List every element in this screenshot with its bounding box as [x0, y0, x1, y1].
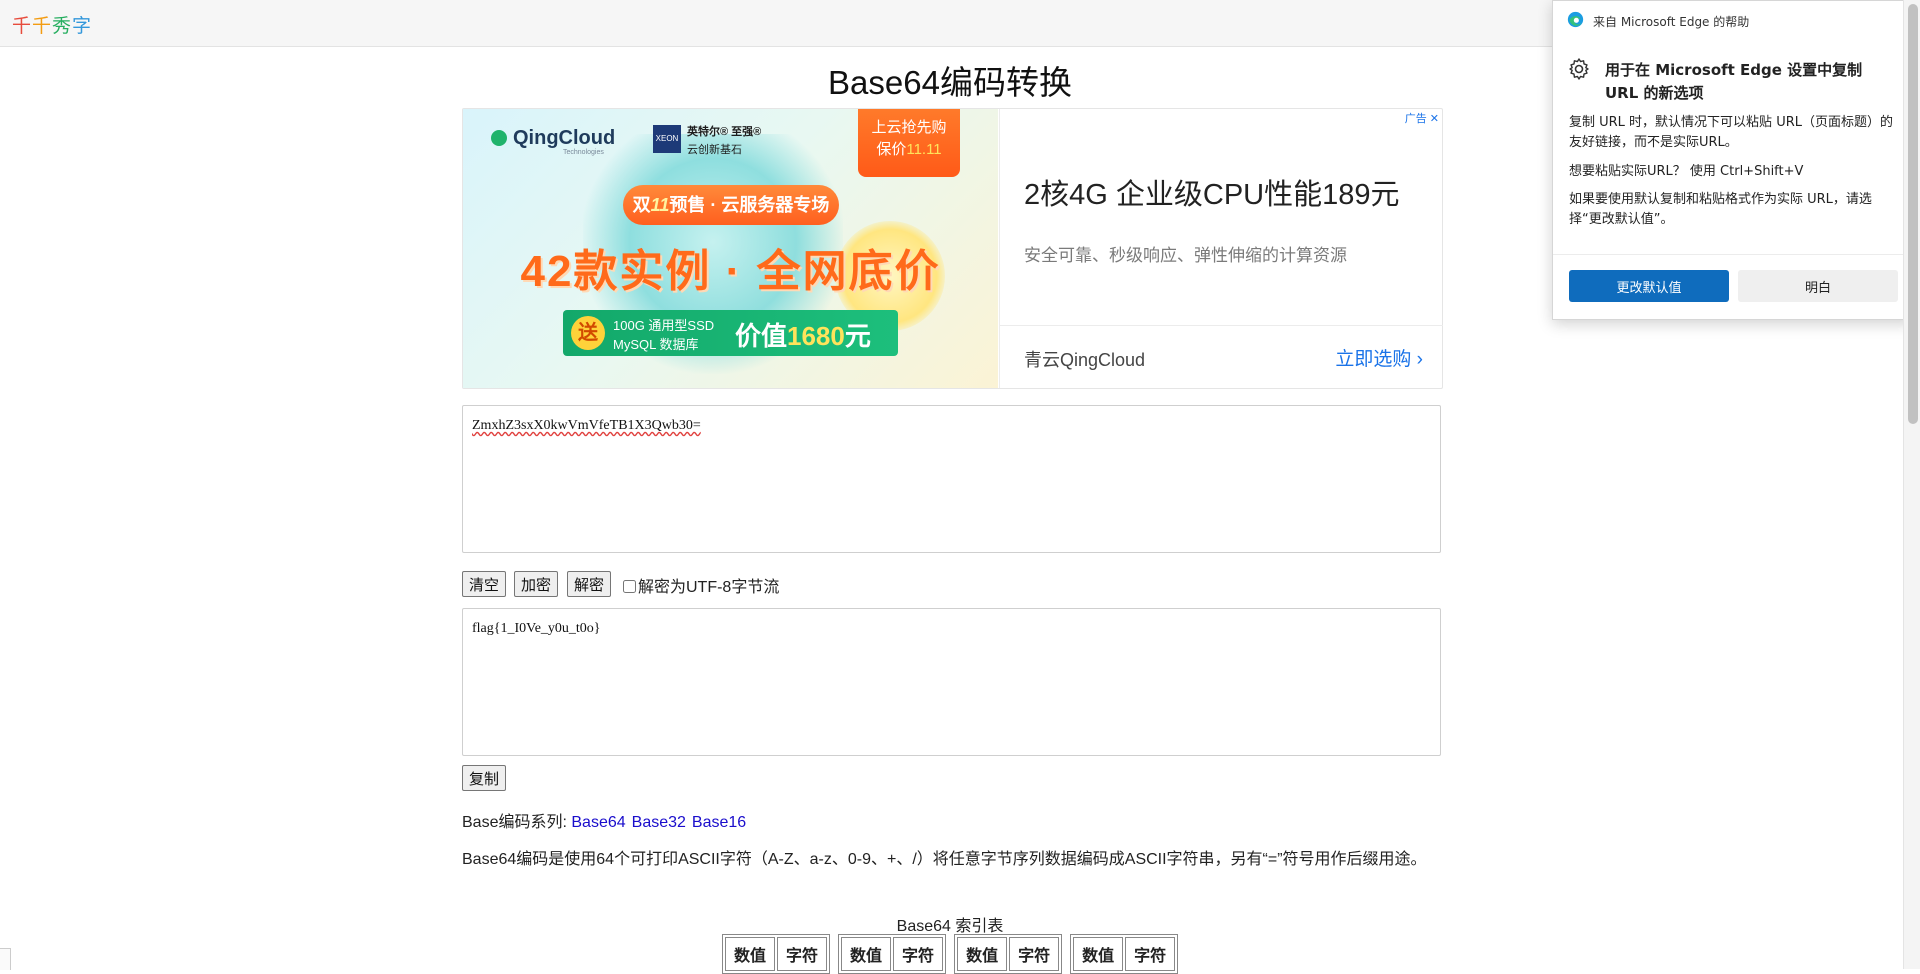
- ad-text-panel[interactable]: 广告 ✕ 2核4G 企业级CPU性能189元 安全可靠、秒级响应、弹性伸缩的计算…: [999, 109, 1443, 388]
- copy-button[interactable]: 复制: [462, 765, 507, 791]
- chevron-right-icon: ›: [1416, 349, 1423, 370]
- link-base16[interactable]: Base16: [692, 814, 746, 831]
- gift-value-prefix: 价值: [735, 321, 788, 351]
- promo-tag-date: 11.11: [906, 141, 942, 158]
- qingcloud-logo: QingCloud: [491, 127, 615, 150]
- logo-char-1: 千: [12, 16, 33, 37]
- index-col-char: 字符: [1009, 937, 1060, 971]
- utf8-option[interactable]: 解密为UTF-8字节流: [623, 573, 779, 597]
- ad-image[interactable]: QingCloud Technologies XEON 英特尔® 至强® 云创新…: [463, 109, 998, 388]
- site-logo[interactable]: 千千秀字: [12, 11, 92, 38]
- index-col-value: 数值: [1073, 937, 1124, 971]
- popup-divider: [1553, 254, 1913, 255]
- utf8-checkbox[interactable]: [623, 580, 636, 593]
- ad-brand[interactable]: 青云QingCloud: [1024, 346, 1145, 372]
- output-textarea[interactable]: flag{1_I0Ve_y0u_t0o}: [462, 608, 1441, 756]
- edge-help-popup: 来自 Microsoft Edge 的帮助 用于在 Microsoft Edge…: [1552, 0, 1914, 320]
- gift-line-2: MySQL 数据库: [613, 337, 699, 352]
- index-col-value: 数值: [841, 937, 892, 971]
- intel-xeon-icon: XEON: [653, 125, 681, 153]
- gift-value-number: 1680: [787, 321, 845, 351]
- ad-headline: 42款实例 · 全网底价: [520, 247, 941, 296]
- popup-paragraph-2: 想要粘贴实际URL？ 使用 Ctrl+Shift+V: [1569, 164, 1804, 179]
- index-table-4: 数值 字符: [1070, 934, 1179, 974]
- ad-cta-link[interactable]: 立即选购 ›: [1335, 344, 1423, 371]
- ad-description: 安全可靠、秒级响应、弹性伸缩的计算资源: [1024, 246, 1347, 265]
- promo-tag-prefix: 保价: [876, 141, 907, 158]
- gift-value-suffix: 元: [844, 321, 871, 351]
- scrollbar-thumb[interactable]: [1908, 4, 1918, 424]
- index-col-value: 数值: [725, 937, 776, 971]
- intel-line-1: 英特尔® 至强®: [687, 126, 762, 138]
- index-table-3: 数值 字符: [954, 934, 1063, 974]
- index-col-value: 数值: [957, 937, 1008, 971]
- gear-icon: [1569, 58, 1589, 80]
- promo-tag: 上云抢先购 保价11.11: [858, 109, 960, 177]
- clear-button[interactable]: 清空: [462, 571, 507, 597]
- gift-band: 送 100G 通用型SSD MySQL 数据库 价值1680元: [563, 310, 898, 356]
- input-textarea[interactable]: ZmxhZ3sxX0kwVmVfeTB1X3Qwb30=: [462, 405, 1441, 553]
- edge-logo-icon: [1567, 11, 1584, 28]
- ad-close-icon[interactable]: ✕: [1430, 113, 1439, 125]
- pill-number: 11: [650, 195, 670, 215]
- promo-tag-line-2: 保价11.11: [858, 139, 960, 161]
- base-series: Base编码系列: Base64 Base32 Base16: [462, 808, 752, 832]
- gift-value: 价值1680元: [735, 316, 871, 353]
- ad-cta-label: 立即选购: [1335, 349, 1412, 370]
- pill-suffix: 预售 · 云服务器专场: [669, 195, 830, 215]
- qingcloud-logo-icon: [491, 130, 507, 146]
- gift-line-1: 100G 通用型SSD: [613, 318, 715, 333]
- utf8-checkbox-label: 解密为UTF-8字节流: [638, 579, 780, 596]
- popup-paragraph-1: 复制 URL 时，默认情况下可以粘贴 URL（页面标题）的友好链接，而不是实际U…: [1569, 115, 1893, 150]
- index-tables: 数值 字符 数值 字符 数值 字符 数值 字符: [722, 934, 1179, 974]
- popup-paragraph-3: 如果要使用默认复制和粘贴格式作为实际 URL，请选择“更改默认值”。: [1569, 192, 1872, 227]
- pill-prefix: 双: [632, 195, 651, 215]
- got-it-button[interactable]: 明白: [1738, 270, 1898, 302]
- index-table-caption: Base64 索引表: [896, 918, 1004, 935]
- index-col-char: 字符: [893, 937, 944, 971]
- intel-line-2: 云创新基石: [687, 144, 742, 156]
- base-series-label: Base编码系列:: [462, 814, 567, 831]
- presale-pill: 双11预售 · 云服务器专场: [623, 185, 839, 225]
- gift-badge: 送: [571, 316, 605, 350]
- ad-badge-label: 广告: [1404, 113, 1427, 125]
- popup-source: 来自 Microsoft Edge 的帮助: [1593, 15, 1750, 29]
- logo-char-3: 秀: [52, 16, 73, 37]
- index-col-char: 字符: [1125, 937, 1176, 971]
- change-default-button[interactable]: 更改默认值: [1569, 270, 1729, 302]
- index-table-2: 数值 字符: [838, 934, 947, 974]
- encode-button[interactable]: 加密: [514, 571, 559, 597]
- link-base64[interactable]: Base64: [571, 814, 625, 831]
- ad-badge[interactable]: 广告 ✕: [1405, 110, 1439, 126]
- index-table-1: 数值 字符: [722, 934, 831, 974]
- index-col-char: 字符: [777, 937, 828, 971]
- left-edge-tab: [0, 948, 11, 970]
- base64-description: Base64编码是使用64个可打印ASCII字符（A-Z、a-z、0-9、+、/…: [462, 851, 1427, 868]
- qingcloud-logo-text: QingCloud: [513, 127, 616, 149]
- qingcloud-logo-sub: Technologies: [563, 149, 604, 156]
- popup-title: 用于在 Microsoft Edge 设置中复制 URL 的新选项: [1605, 61, 1863, 102]
- link-base32[interactable]: Base32: [632, 814, 686, 831]
- promo-tag-line-1: 上云抢先购: [871, 119, 947, 136]
- ad-footer: 青云QingCloud 立即选购 ›: [1000, 325, 1443, 389]
- logo-char-2: 千: [32, 16, 53, 37]
- vertical-scrollbar[interactable]: [1903, 0, 1920, 969]
- ad-banner[interactable]: QingCloud Technologies XEON 英特尔® 至强® 云创新…: [462, 108, 1443, 389]
- decode-button[interactable]: 解密: [567, 571, 612, 597]
- ad-heading[interactable]: 2核4G 企业级CPU性能189元: [1024, 171, 1400, 213]
- logo-char-4: 字: [72, 16, 93, 37]
